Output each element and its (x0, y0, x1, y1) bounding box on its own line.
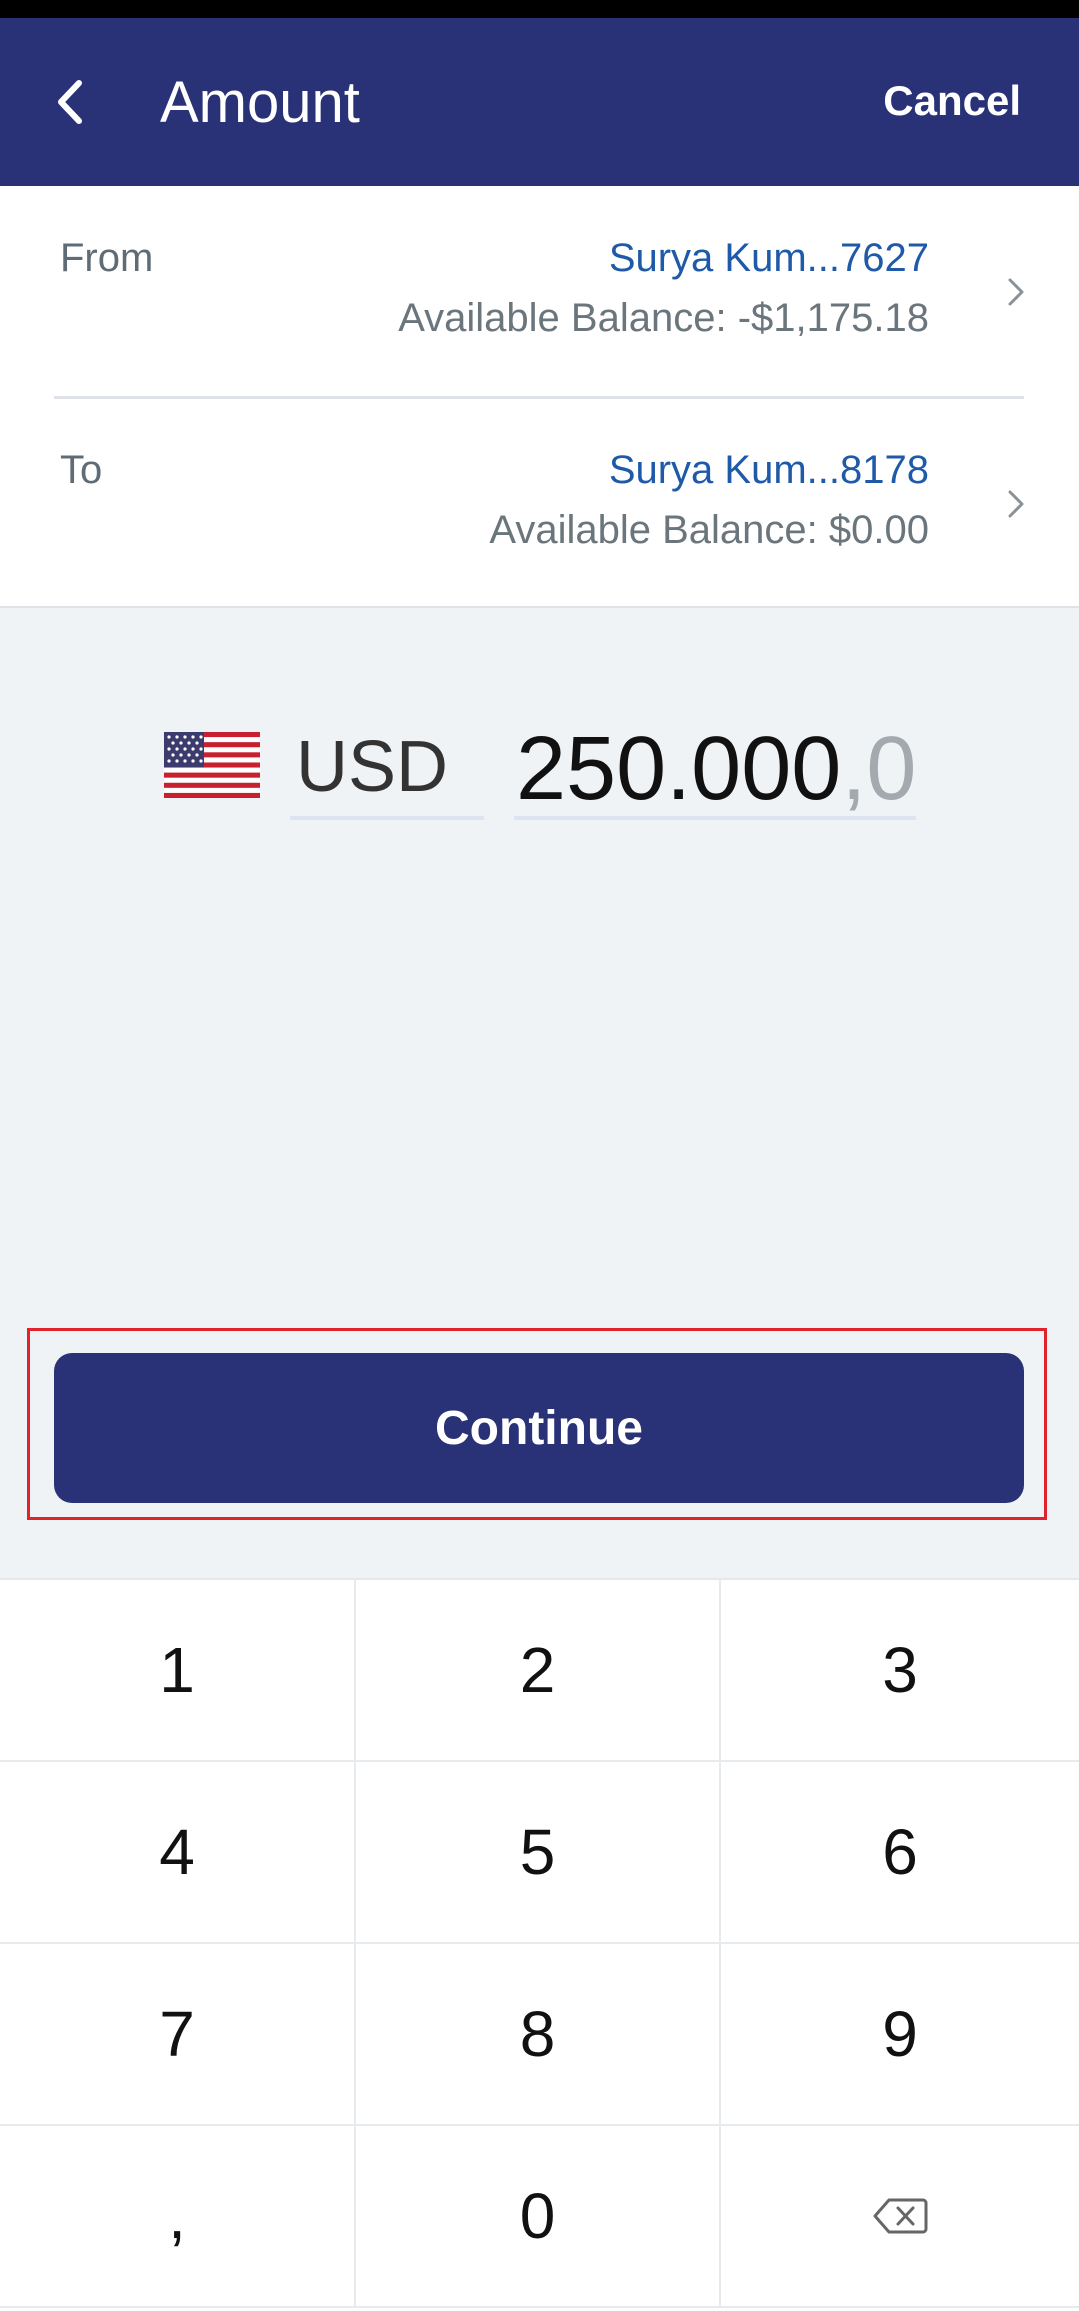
key-3[interactable]: 3 (721, 1580, 1079, 1762)
from-account-row[interactable]: From Surya Kum...7627 Available Balance:… (0, 186, 1079, 392)
status-bar (0, 0, 1079, 18)
account-selection: From Surya Kum...7627 Available Balance:… (0, 186, 1079, 608)
chevron-right-icon (1008, 490, 1024, 518)
top-app-bar: Amount Cancel (0, 18, 1079, 186)
key-backspace[interactable] (721, 2126, 1079, 2308)
from-account-name: Surya Kum...7627 (608, 236, 929, 280)
amount-input[interactable]: 250.000,00 (514, 710, 916, 820)
key-8[interactable]: 8 (356, 1944, 721, 2126)
key-4[interactable]: 4 (0, 1762, 356, 1944)
chevron-right-icon (1008, 278, 1024, 306)
currency-selector[interactable]: USD (290, 710, 484, 820)
continue-button[interactable]: Continue (54, 1353, 1024, 1503)
from-balance-label: Available Balance: (398, 296, 727, 340)
to-account-row[interactable]: To Surya Kum...8178 Available Balance: $… (0, 398, 1079, 604)
to-available-balance: Available Balance: $0.00 (489, 508, 929, 553)
from-label: From (60, 236, 154, 280)
us-flag-icon (164, 732, 260, 798)
page-title: Amount (160, 70, 360, 135)
key-comma[interactable]: , (0, 2126, 356, 2308)
to-balance-label: Available Balance: (489, 508, 818, 552)
backspace-icon (873, 2198, 928, 2234)
key-2[interactable]: 2 (356, 1580, 721, 1762)
to-label: To (60, 448, 103, 492)
key-9[interactable]: 9 (721, 1944, 1079, 2126)
from-balance-value: -$1,175.18 (737, 296, 929, 340)
key-7[interactable]: 7 (0, 1944, 356, 2126)
chevron-left-icon (58, 80, 82, 124)
back-button[interactable] (40, 64, 100, 140)
numeric-keypad: 1 2 3 4 5 6 7 8 9 , 0 (0, 1578, 1079, 2311)
amount-value: 250.000,00 (516, 718, 916, 819)
key-0[interactable]: 0 (356, 2126, 721, 2308)
amount-integer: 250.000 (516, 719, 842, 819)
key-5[interactable]: 5 (356, 1762, 721, 1944)
from-available-balance: Available Balance: -$1,175.18 (398, 296, 929, 341)
currency-code: USD (296, 727, 449, 807)
cancel-button[interactable]: Cancel (883, 76, 1021, 126)
key-6[interactable]: 6 (721, 1762, 1079, 1944)
amount-decimal-placeholder: ,00 (841, 719, 916, 819)
key-1[interactable]: 1 (0, 1580, 356, 1762)
to-balance-value: $0.00 (828, 508, 929, 552)
to-account-name: Surya Kum...8178 (608, 448, 929, 492)
